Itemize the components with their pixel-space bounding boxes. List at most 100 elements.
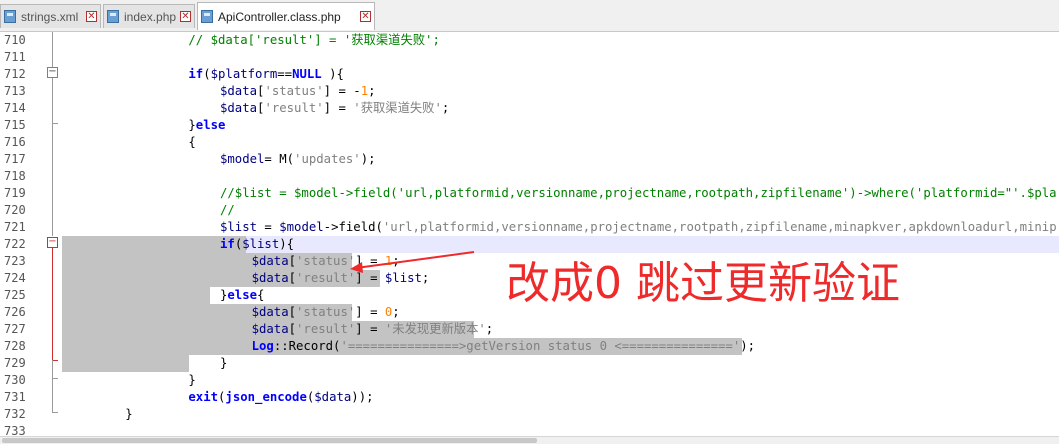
tab-label: strings.xml <box>21 10 79 24</box>
line-number: 726 <box>4 305 26 319</box>
code-line: } <box>188 372 195 389</box>
line-number: 717 <box>4 152 26 166</box>
selection <box>62 236 246 253</box>
file-icon <box>107 10 119 23</box>
code-token: // <box>220 203 235 217</box>
fold-margin <box>44 32 62 436</box>
code-token: ){ <box>321 67 344 81</box>
selection <box>62 287 210 304</box>
fold-end <box>52 378 58 379</box>
code-token: 'url,platformid,versionname,projectname,… <box>382 220 1057 234</box>
code-token: ] = - <box>323 84 361 98</box>
annotation-text: 改成0 跳过更新验证 <box>506 258 900 309</box>
code-token: Log <box>251 339 274 353</box>
annotation-arrow <box>350 251 475 273</box>
line-number-gutter: 710 711 712 713 714 715 716 717 718 719 720 721 722 7… <box>0 32 44 438</box>
code-token: $data <box>251 271 289 285</box>
tab-strings-xml[interactable]: strings.xml ✕ <box>0 4 101 28</box>
code-token: $data <box>220 101 258 115</box>
code-token: ( <box>203 67 211 81</box>
line-number: 710 <box>4 33 26 47</box>
line-number: 729 <box>4 356 26 370</box>
code-line: $data['status'] = 0; <box>252 304 400 321</box>
code-token: '===============>getVersion status 0 <==… <box>340 339 741 353</box>
line-number: 715 <box>4 118 26 132</box>
close-tab-icon[interactable]: ✕ <box>180 11 191 22</box>
code-line: } <box>125 406 132 423</box>
line-number: 713 <box>4 84 26 98</box>
line-number: 730 <box>4 373 26 387</box>
line-number: 722 <box>4 237 26 251</box>
code-token: 'result' <box>264 101 324 115</box>
code-editor[interactable]: // $data['result'] = '获取渠道失败'; if($platfo… <box>62 32 1059 436</box>
code-token: { <box>188 135 196 149</box>
scrollbar-thumb[interactable] <box>2 438 537 443</box>
code-token: NULL <box>292 67 322 81</box>
code-token: $list <box>242 237 280 251</box>
code-token: $list <box>220 220 258 234</box>
line-number: 723 <box>4 254 26 268</box>
fold-line <box>52 78 53 123</box>
code-token: // $data['result'] = '获取渠道失败'; <box>188 33 440 47</box>
code-token: 'status' <box>296 254 356 268</box>
tab-bar: strings.xml ✕ index.php ✕ ApiController.… <box>0 0 1059 32</box>
code-token: [ <box>288 305 297 319</box>
code-token: '未发现更新版本' <box>384 322 486 336</box>
tab-label: index.php <box>124 10 177 24</box>
line-number: 712 <box>4 67 26 81</box>
code-token: $data <box>314 390 352 404</box>
code-token: { <box>257 288 265 302</box>
close-tab-icon[interactable]: ✕ <box>86 11 97 22</box>
horizontal-scrollbar[interactable] <box>0 436 1059 444</box>
code-line: $data['result'] = '未发现更新版本'; <box>252 321 494 338</box>
line-number: 728 <box>4 339 26 353</box>
code-line: if($list){ <box>220 236 294 253</box>
code-token: } <box>125 407 133 421</box>
code-token: } <box>188 373 196 387</box>
code-token: 'status' <box>296 305 356 319</box>
code-line: $model= M('updates'); <box>220 151 376 168</box>
line-number: 724 <box>4 271 26 285</box>
line-number: 732 <box>4 407 26 421</box>
tab-label: ApiController.class.php <box>218 10 341 24</box>
code-token: ] = <box>355 322 385 336</box>
code-token: //$list = $model->field('url,platformid,… <box>220 186 1057 200</box>
code-token: ; <box>392 305 400 319</box>
code-token: = M( <box>264 152 295 166</box>
fold-toggle-icon[interactable]: − <box>47 67 58 78</box>
code-line: $data['status'] = -1; <box>220 83 376 100</box>
code-line: // $data['result'] = '获取渠道失败'; <box>188 32 439 49</box>
code-token: ; <box>485 322 494 336</box>
line-number: 731 <box>4 390 26 404</box>
code-token: } <box>220 356 228 370</box>
selection <box>62 355 189 372</box>
code-token: 'status' <box>264 84 324 98</box>
code-line: }else{ <box>220 287 264 304</box>
code-token: if <box>220 237 235 251</box>
tab-apicontroller-class-php[interactable]: ApiController.class.php ✕ <box>197 2 375 30</box>
code-line: { <box>188 134 195 151</box>
line-number: 725 <box>4 288 26 302</box>
code-line: } <box>220 355 227 372</box>
line-number: 720 <box>4 203 26 217</box>
code-token: if <box>188 67 204 81</box>
code-token: ] = <box>323 101 354 115</box>
code-token: ->field( <box>323 220 383 234</box>
code-token: 'result' <box>296 322 356 336</box>
code-token: } <box>188 118 196 132</box>
code-line: }else <box>188 117 225 134</box>
code-token: == <box>277 67 293 81</box>
code-token: ){ <box>279 237 295 251</box>
line-number: 721 <box>4 220 26 234</box>
code-token: ::Record( <box>273 339 341 353</box>
line-number: 718 <box>4 169 26 183</box>
code-token: $data <box>251 254 289 268</box>
code-token: = <box>257 220 280 234</box>
fold-toggle-icon[interactable]: − <box>47 237 58 248</box>
close-tab-icon[interactable]: ✕ <box>360 11 371 22</box>
tab-index-php[interactable]: index.php ✕ <box>103 4 195 28</box>
code-token: $model <box>220 152 265 166</box>
code-token: 'result' <box>296 271 356 285</box>
code-token: ); <box>740 339 756 353</box>
fold-line <box>52 123 53 236</box>
